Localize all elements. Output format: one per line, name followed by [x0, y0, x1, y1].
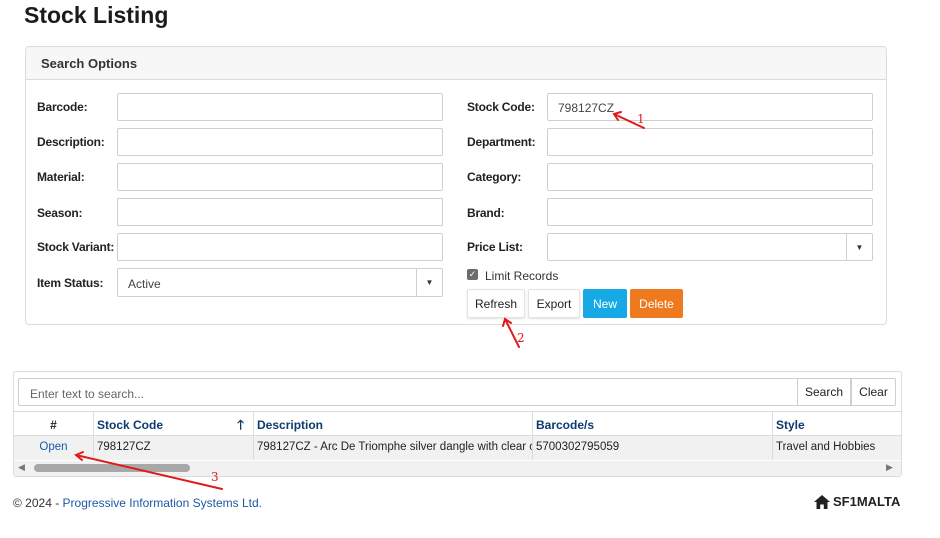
column-header-stock-code-label: Stock Code [97, 418, 164, 432]
category-field[interactable] [547, 163, 873, 191]
refresh-button[interactable]: Refresh [467, 289, 525, 318]
delete-button[interactable]: Delete [630, 289, 683, 318]
table-cell-stock-code: 798127CZ [94, 436, 254, 460]
department-field[interactable] [547, 128, 873, 156]
brand[interactable]: SF1MALTA [814, 494, 900, 509]
sort-ascending-icon[interactable]: 🡑 [237, 416, 244, 438]
price-list-select[interactable]: ▼ [547, 233, 873, 261]
column-header-number: # [14, 411, 94, 436]
limit-records-label: Limit Records [485, 269, 559, 283]
material-field[interactable] [117, 163, 443, 191]
annotation-label-1: 1 [637, 112, 645, 126]
column-header-stock-code[interactable]: Stock Code 🡑 [94, 411, 254, 436]
table-row-action[interactable]: Open [14, 436, 94, 460]
new-button[interactable]: New [583, 289, 627, 318]
scrollbar-thumb[interactable] [34, 464, 190, 472]
category-label: Category: [467, 170, 522, 184]
stock-code-field[interactable]: 798127CZ [547, 93, 873, 121]
material-label: Material: [37, 170, 85, 184]
item-status-value: Active [128, 277, 161, 291]
table-cell-style: Travel and Hobbies [773, 436, 901, 460]
home-icon [814, 494, 830, 509]
stock-variant-label: Stock Variant: [37, 240, 115, 254]
department-label: Department: [467, 135, 536, 149]
scroll-right-icon[interactable]: ▶ [886, 462, 893, 473]
description-field[interactable] [117, 128, 443, 156]
annotation-label-3: 3 [211, 470, 219, 484]
barcode-field[interactable] [117, 93, 443, 121]
grid-clear-button[interactable]: Clear [851, 378, 896, 406]
annotation-label-2: 2 [517, 331, 525, 345]
season-label: Season: [37, 206, 83, 220]
copyright-text: © 2024 - [13, 496, 63, 510]
export-button[interactable]: Export [528, 289, 580, 318]
caret-down-icon[interactable]: ▼ [416, 269, 442, 296]
stock-code-label: Stock Code: [467, 100, 535, 114]
grid-search-placeholder: Enter text to search... [30, 387, 145, 401]
item-status-label: Item Status: [37, 276, 104, 290]
brand-label: Brand: [467, 206, 505, 220]
price-list-label: Price List: [467, 240, 523, 254]
brand-field[interactable] [547, 198, 873, 226]
caret-down-icon[interactable]: ▼ [846, 234, 872, 260]
scroll-left-icon[interactable]: ◀ [18, 462, 25, 473]
company-link[interactable]: Progressive Information Systems Ltd. [63, 496, 262, 510]
description-label: Description: [37, 135, 105, 149]
stock-variant-field[interactable] [117, 233, 443, 261]
panel-header: Search Options [26, 47, 886, 80]
item-status-select[interactable]: Active ▼ [117, 268, 443, 297]
footer: © 2024 - Progressive Information Systems… [13, 496, 262, 510]
open-link[interactable]: Open [39, 441, 67, 453]
season-field[interactable] [117, 198, 443, 226]
column-header-style[interactable]: Style [773, 411, 901, 436]
table-cell-barcode: 5700302795059 [533, 436, 773, 460]
barcode-label: Barcode: [37, 100, 88, 114]
table-cell-description: 798127CZ - Arc De Triomphe silver dangle… [254, 436, 533, 460]
column-header-barcodes[interactable]: Barcode/s [533, 411, 773, 436]
page-title: Stock Listing [24, 2, 169, 28]
grid-search-button[interactable]: Search [797, 378, 851, 406]
brand-name: SF1MALTA [833, 494, 901, 509]
column-header-description[interactable]: Description [254, 411, 533, 436]
limit-records-checkbox[interactable]: ✓ [467, 269, 478, 280]
grid-search-input[interactable]: Enter text to search... [18, 378, 798, 406]
